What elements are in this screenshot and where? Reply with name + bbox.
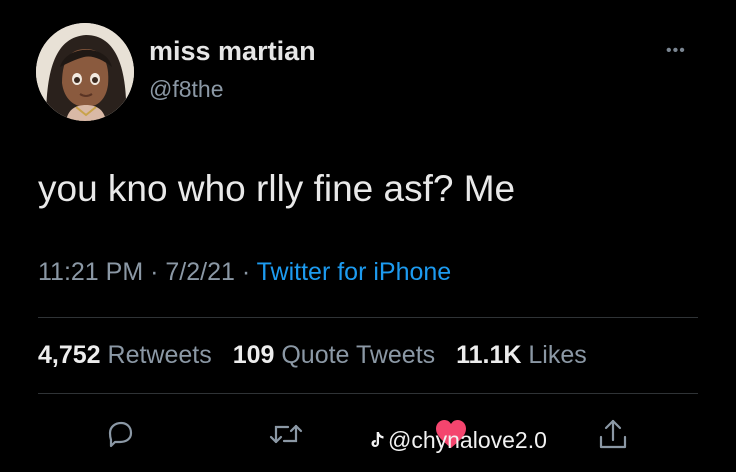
retweet-button[interactable] [268,418,304,455]
watermark-handle: @chynalove2.0 [388,427,547,453]
likes-label: Likes [528,341,587,369]
quotes-count: 109 [232,341,275,369]
quotes-stat[interactable]: 109 Quote Tweets [233,341,435,369]
quotes-label: Quote Tweets [281,341,436,369]
tweet-source[interactable]: Twitter for iPhone [257,258,452,286]
likes-count: 11.1K [456,341,522,369]
tweet-meta: 11:21 PM · 7/2/21 · Twitter for iPhone [38,258,451,287]
divider [38,393,698,394]
avatar[interactable] [36,23,134,121]
divider [38,317,698,318]
tweet-time[interactable]: 11:21 PM [38,258,143,286]
reply-icon [108,421,133,448]
tweet-date[interactable]: 7/2/21 [165,258,235,286]
user-handle[interactable]: @f8the [149,76,224,103]
retweets-count: 4,752 [38,341,101,369]
likes-stat[interactable]: 11.1K Likes [456,341,587,369]
meta-separator: · [143,258,166,286]
meta-separator: · [234,258,257,286]
more-icon[interactable]: ••• [666,42,686,60]
tiktok-watermark: @chynalove2.0 [368,427,547,454]
tiktok-icon [371,432,384,447]
retweet-icon [269,424,303,444]
reply-button[interactable] [104,418,136,455]
display-name[interactable]: miss martian [149,36,316,67]
retweets-label: Retweets [107,341,212,369]
tweet-stats: 4,752 Retweets 109 Quote Tweets 11.1K Li… [38,341,587,370]
tweet-text: you kno who rlly fine asf? Me [38,168,516,209]
share-button[interactable] [597,418,629,457]
share-icon [599,419,627,449]
retweets-stat[interactable]: 4,752 Retweets [38,341,212,369]
